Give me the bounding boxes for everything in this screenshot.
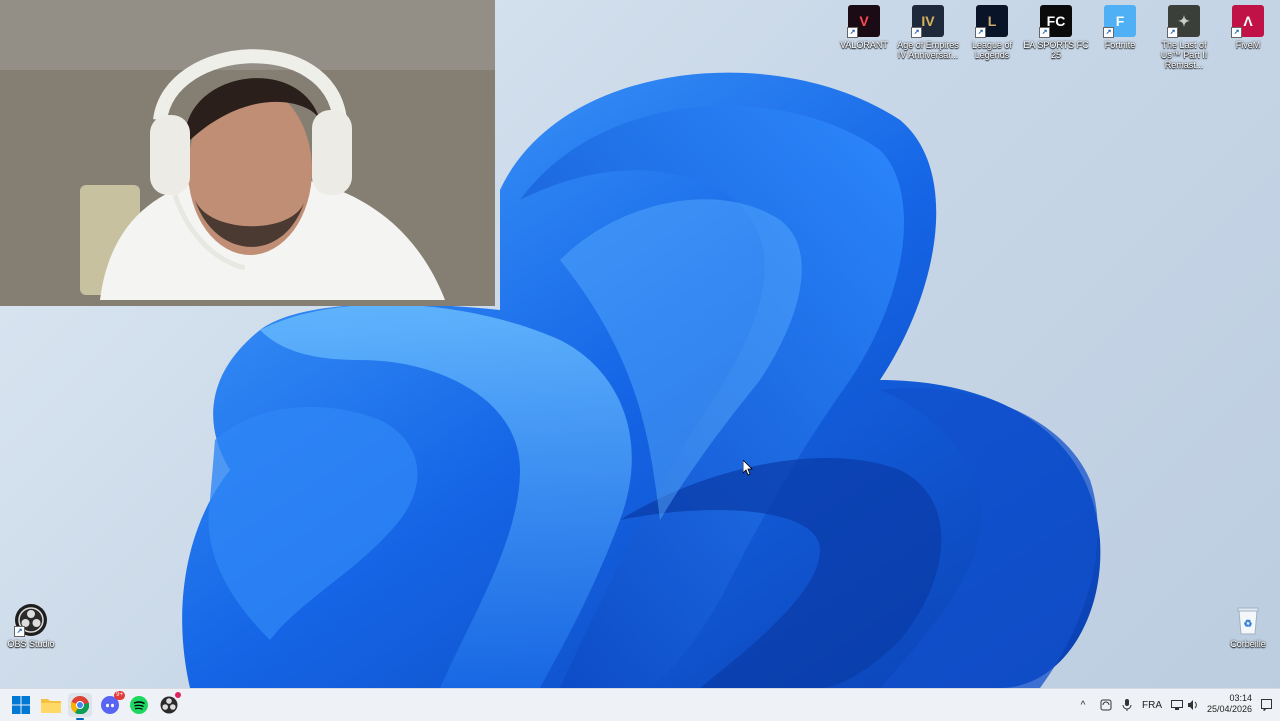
network-icon [1171,699,1183,710]
shortcut-arrow-icon: ↗ [847,27,858,38]
desktop-icon-label: The Last of Us™ Part II Remast... [1160,40,1208,70]
spotify-button[interactable] [127,693,151,717]
desktop-icon-label: Fortnite [1104,40,1136,50]
desktop-icon-label: VALORANT [840,40,888,50]
show-hidden-icons-button[interactable]: ^ [1074,689,1092,721]
microphone-tray-button[interactable] [1118,689,1136,721]
microphone-icon [1122,699,1132,711]
notification-icon [1260,699,1272,711]
chrome-icon [71,696,89,714]
sync-icon [1100,699,1112,711]
desktop-icon-label: OBS Studio [7,639,55,649]
desktop-icon-the-last-of-us[interactable]: ✦ ↗ The Last of Us™ Part II Remast... [1154,5,1214,70]
obs-studio-icon [160,696,178,714]
volume-tray-button[interactable] [1186,689,1200,721]
taskbar: 9+ ^ FRA 03:14 25/04/2026 [0,688,1280,721]
desktop-icon-label: EA SPORTS FC 25 [1023,40,1089,60]
windows-logo-icon [12,696,30,714]
fivem-icon: Λ ↗ [1231,5,1264,38]
start-button[interactable] [9,693,33,717]
discord-button[interactable]: 9+ [98,691,125,717]
sync-tray-button[interactable] [1096,689,1116,721]
webcam-image [0,0,495,306]
desktop-icon-obs-studio[interactable]: ↗ OBS Studio [1,604,61,649]
shortcut-arrow-icon: ↗ [1231,27,1242,38]
desktop-icon-league-of-legends[interactable]: L ↗ League of Legends [962,5,1022,60]
desktop-icon-label: Corbeille [1230,639,1266,649]
network-tray-button[interactable] [1168,689,1186,721]
chevron-up-icon: ^ [1080,699,1086,711]
desktop-icon-fortnite[interactable]: F ↗ Fortnite [1090,5,1150,50]
recording-dot-icon [175,692,181,698]
shortcut-arrow-icon: ↗ [1103,27,1114,38]
shortcut-arrow-icon: ↗ [1039,27,1050,38]
desktop-icon-valorant[interactable]: V ↗ VALORANT [834,5,894,50]
folder-icon [41,699,61,713]
desktop-icon-label: League of Legends [971,40,1013,60]
clock[interactable]: 03:14 25/04/2026 [1207,693,1252,715]
webcam-overlay [0,0,495,306]
desktop-icon-label: FiveM [1235,40,1261,50]
mouse-cursor-icon [743,460,753,476]
speaker-icon [1188,700,1197,710]
shortcut-arrow-icon: ↗ [975,27,986,38]
the-last-of-us-icon: ✦ ↗ [1167,5,1200,38]
chrome-button[interactable] [68,693,92,720]
clock-time: 03:14 [1229,693,1252,703]
league-of-legends-icon: L ↗ [975,5,1008,38]
language-indicator[interactable]: FRA [1140,689,1164,721]
valorant-icon: V ↗ [847,5,880,38]
desktop-icon-label: Age of Empires IV Anniversar... [897,40,959,60]
fortnite-icon: F ↗ [1103,5,1136,38]
spotify-icon [130,696,148,714]
desktop-icon-age-of-empires[interactable]: IV ↗ Age of Empires IV Anniversar... [897,5,959,60]
notifications-button[interactable] [1258,689,1274,721]
shortcut-arrow-icon: ↗ [14,626,25,637]
file-explorer-button[interactable] [39,693,63,717]
obs-studio-icon: ↗ [14,604,47,637]
desktop-icon-fivem[interactable]: Λ ↗ FiveM [1218,5,1278,50]
clock-date: 25/04/2026 [1206,704,1252,714]
shortcut-arrow-icon: ↗ [911,27,922,38]
desktop-icon-ea-sports-fc[interactable]: FC ↗ EA SPORTS FC 25 [1023,5,1089,60]
desktop-icon-recycle-bin[interactable]: ♻ Corbeille [1218,604,1278,649]
age-of-empires-icon: IV ↗ [911,5,944,38]
notification-badge: 9+ [114,691,125,700]
svg-text:♻: ♻ [1244,619,1253,630]
recycle-bin-icon: ♻ [1232,604,1264,636]
obs-taskbar-button[interactable] [157,692,181,717]
ea-sports-fc-icon: FC ↗ [1039,5,1072,38]
shortcut-arrow-icon: ↗ [1167,27,1178,38]
